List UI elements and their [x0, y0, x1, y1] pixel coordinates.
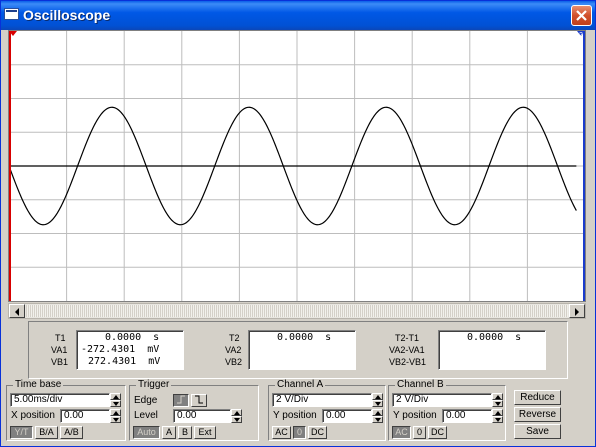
channel-a-ypos-spinner[interactable] [372, 409, 383, 423]
level-field[interactable]: 0.00 [173, 409, 231, 423]
channel-b-scale-field[interactable]: 2 V/Div [392, 393, 492, 407]
reverse-button[interactable]: Reverse [514, 407, 561, 422]
t2-label: T2 [229, 333, 240, 343]
channel-b-dc-button[interactable]: DC [428, 426, 447, 439]
window-icon [4, 8, 19, 20]
scroll-right-button[interactable] [569, 304, 585, 318]
channel-b-title: Channel B [395, 379, 446, 390]
close-icon [576, 10, 587, 21]
va2-label: VA2 [225, 345, 242, 355]
channel-a-ypos-label: Y position [273, 410, 317, 421]
spin-up-icon [234, 411, 240, 415]
channel-a-scale-field[interactable]: 2 V/Div [272, 393, 372, 407]
scope-display: 12 [9, 31, 585, 301]
spin-up-icon [375, 411, 381, 415]
channel-a-group: Channel A 2 V/Div Y position 0.00 AC 0 D… [268, 379, 386, 441]
spin-up-icon [495, 395, 501, 399]
channel-b-scale-spinner[interactable] [492, 393, 503, 407]
spin-down-icon [375, 402, 381, 406]
t1-readout-box: 0.0000 s -272.4301 mV 272.4301 mV [76, 330, 184, 370]
channel-b-ypos-field[interactable]: 0.00 [442, 409, 492, 423]
t1-label: T1 [55, 333, 66, 343]
spin-up-icon [375, 395, 381, 399]
channel-b-group: Channel B 2 V/Div Y position 0.00 AC 0 D… [388, 379, 506, 441]
oscilloscope-window: Oscilloscope 12 T1 VA1 VB1 0.0000 s -272… [0, 0, 596, 447]
t2t1-value: 0.0000 s [467, 332, 522, 343]
xpos-label: X position [11, 410, 55, 421]
channel-a-title: Channel A [275, 379, 326, 390]
t2t1-label: T2-T1 [395, 333, 420, 343]
timebase-title: Time base [13, 379, 64, 390]
channel-a-scale-spinner[interactable] [372, 393, 383, 407]
falling-edge-icon [195, 395, 203, 404]
scroll-track[interactable] [26, 305, 568, 317]
va1-label: VA1 [51, 345, 68, 355]
t2-readout-box: 0.0000 s [248, 330, 356, 370]
spin-up-icon [113, 395, 119, 399]
vb1-label: VB1 [51, 357, 69, 367]
spin-up-icon [113, 411, 119, 415]
cursor-t2-label: 2 [579, 32, 583, 39]
va1-value: -272.4301 mV [81, 344, 160, 355]
channel-b-zero-button[interactable]: 0 [413, 426, 426, 439]
level-label: Level [134, 410, 158, 421]
channel-b-ac-button[interactable]: AC [392, 426, 411, 439]
t2-value: 0.0000 s [277, 332, 332, 343]
timebase-scale-spinner[interactable] [110, 393, 121, 407]
save-button[interactable]: Save [514, 424, 561, 439]
xpos-spinner[interactable] [110, 409, 121, 423]
title-bar[interactable]: Oscilloscope [1, 1, 595, 30]
channel-a-ac-button[interactable]: AC [272, 426, 291, 439]
trigger-auto-button[interactable]: Auto [133, 426, 160, 439]
spin-down-icon [495, 418, 501, 422]
window-title: Oscilloscope [23, 7, 111, 23]
vb1-value: 272.4301 mV [88, 356, 161, 367]
xpos-field[interactable]: 0.00 [60, 409, 110, 423]
channel-a-ypos-field[interactable]: 0.00 [322, 409, 372, 423]
mode-yt-button[interactable]: Y/T [10, 426, 33, 439]
vb2vb1-label: VB2-VB1 [389, 357, 427, 367]
timebase-group: Time base 5.00ms/div X position 0.00 Y/T… [6, 379, 126, 441]
channel-a-zero-button[interactable]: 0 [293, 426, 306, 439]
trigger-a-button[interactable]: A [162, 426, 176, 439]
rising-edge-button[interactable] [173, 394, 189, 407]
trigger-b-button[interactable]: B [178, 426, 192, 439]
falling-edge-button[interactable] [191, 394, 207, 407]
trigger-group: Trigger Edge Level 0.00 Auto A B Ext [129, 379, 259, 441]
scroll-left-button[interactable] [9, 304, 25, 318]
spin-down-icon [113, 402, 119, 406]
client-area: 12 T1 VA1 VB1 0.0000 s -272.4301 mV 272.… [4, 30, 592, 444]
channel-a-dc-button[interactable]: DC [308, 426, 327, 439]
trigger-ext-button[interactable]: Ext [194, 426, 216, 439]
spin-down-icon [234, 418, 240, 422]
vb2-label: VB2 [225, 357, 243, 367]
arrow-right-icon [575, 308, 579, 316]
va2va1-label: VA2-VA1 [389, 345, 425, 355]
t2t1-readout-box: 0.0000 s [438, 330, 546, 370]
measurement-readout: T1 VA1 VB1 0.0000 s -272.4301 mV 272.430… [28, 321, 568, 379]
mode-ba-button[interactable]: B/A [35, 426, 58, 439]
channel-b-ypos-label: Y position [393, 410, 437, 421]
reduce-button[interactable]: Reduce [514, 390, 561, 405]
cursor-t1-label: 1 [15, 32, 19, 39]
channel-b-ypos-spinner[interactable] [492, 409, 503, 423]
mode-ab-button[interactable]: A/B [60, 426, 83, 439]
spin-down-icon [495, 402, 501, 406]
spin-up-icon [495, 411, 501, 415]
horizontal-scrollbar[interactable] [8, 303, 586, 319]
level-spinner[interactable] [231, 409, 242, 423]
spin-down-icon [113, 418, 119, 422]
close-button[interactable] [571, 5, 592, 26]
spin-down-icon [375, 418, 381, 422]
scope-screen[interactable]: 12 [8, 30, 586, 302]
timebase-scale-field[interactable]: 5.00ms/div [10, 393, 110, 407]
rising-edge-icon [177, 395, 185, 404]
edge-label: Edge [134, 395, 158, 406]
trigger-title: Trigger [136, 379, 172, 390]
arrow-left-icon [15, 308, 19, 316]
t1-value: 0.0000 s [105, 332, 160, 343]
